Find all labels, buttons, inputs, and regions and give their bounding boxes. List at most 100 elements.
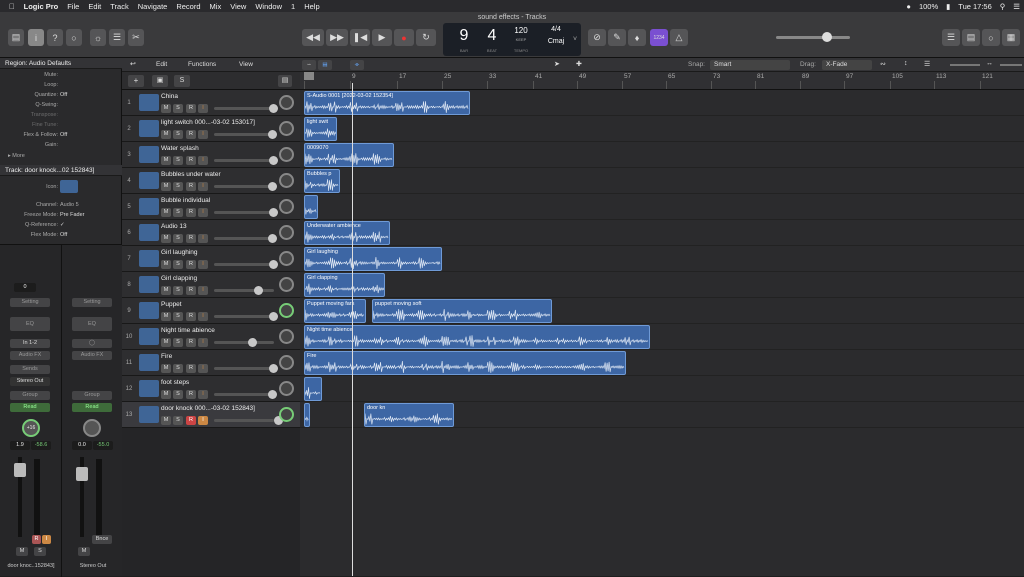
pan-knob[interactable] bbox=[279, 277, 294, 292]
waveform-height-icon[interactable]: ∾ bbox=[880, 60, 886, 68]
track-header[interactable]: 6 Audio 13 M S R I bbox=[122, 220, 300, 246]
record-enable-button[interactable]: R bbox=[186, 156, 196, 165]
track-lane[interactable] bbox=[300, 116, 1024, 142]
volume-knob[interactable] bbox=[269, 208, 278, 217]
playhead[interactable] bbox=[352, 83, 353, 576]
region-gain-row[interactable]: Gain: bbox=[0, 142, 122, 151]
horizontal-zoom-icon[interactable]: ↔ bbox=[986, 60, 993, 67]
scissors-icon[interactable]: ✂ bbox=[128, 29, 144, 46]
inspector-button[interactable]: i bbox=[28, 29, 44, 46]
lcd-display[interactable]: 9 4 BAR BEAT 120 KEEP TEMPO 4/4 Cmaj ˅ bbox=[443, 23, 581, 56]
track-lane[interactable] bbox=[300, 168, 1024, 194]
track-header[interactable]: 8 Girl clapping M S R I bbox=[122, 272, 300, 298]
track-name[interactable]: Bubbles under water bbox=[161, 171, 221, 178]
track-zoom-icon[interactable]: ☰ bbox=[924, 60, 930, 68]
volume-slider[interactable] bbox=[214, 416, 283, 425]
region-finetune-row[interactable]: Fine Tune: bbox=[0, 122, 122, 131]
functions-menu[interactable]: Functions bbox=[188, 61, 216, 68]
record-enable-button[interactable]: R bbox=[186, 338, 196, 347]
edit-menu[interactable]: Edit bbox=[156, 61, 167, 68]
volume-value-1[interactable]: 1.9 bbox=[10, 441, 30, 450]
catch-playhead-icon[interactable]: ▤ bbox=[318, 60, 332, 70]
audio-region[interactable]: door kn bbox=[364, 403, 454, 427]
mute-button[interactable]: M bbox=[161, 416, 171, 425]
pan-knob[interactable] bbox=[279, 199, 294, 214]
volume-slider[interactable] bbox=[214, 156, 278, 165]
wifi-icon[interactable]: ● bbox=[906, 2, 911, 11]
track-header[interactable]: 12 foot steps M S R I bbox=[122, 376, 300, 402]
solo-button[interactable]: S bbox=[173, 312, 183, 321]
solo-button[interactable]: S bbox=[173, 208, 183, 217]
input-monitor-button[interactable]: I bbox=[198, 416, 208, 425]
track-lane[interactable] bbox=[300, 220, 1024, 246]
audio-fx-button-1[interactable]: Audio FX bbox=[10, 351, 50, 360]
record-arm-button-strip[interactable]: R bbox=[32, 535, 41, 544]
input-monitor-button[interactable]: I bbox=[198, 182, 208, 191]
smart-controls-button[interactable]: ○ bbox=[66, 29, 82, 46]
mute-button[interactable]: M bbox=[161, 338, 171, 347]
notepad-button[interactable]: ▤ bbox=[962, 29, 980, 46]
volume-knob[interactable] bbox=[254, 286, 263, 295]
add-track-button[interactable]: + bbox=[128, 75, 144, 87]
menu-1[interactable]: 1 bbox=[291, 2, 295, 11]
track-name[interactable]: light switch 000...-03-02 153017] bbox=[161, 119, 255, 126]
volume-slider[interactable] bbox=[214, 390, 277, 399]
record-enable-button[interactable]: R bbox=[186, 364, 196, 373]
audio-waveform-icon[interactable] bbox=[139, 172, 159, 189]
volume-knob[interactable] bbox=[268, 234, 277, 243]
vertical-zoom-slider[interactable] bbox=[950, 64, 980, 66]
region-transpose-row[interactable]: Transpose: bbox=[0, 112, 122, 121]
record-enable-button[interactable]: R bbox=[186, 312, 196, 321]
audio-region[interactable]: light swit bbox=[304, 117, 337, 141]
track-lane[interactable] bbox=[300, 272, 1024, 298]
pan-knob[interactable] bbox=[279, 95, 294, 110]
track-header[interactable]: 1 China M S R I bbox=[122, 90, 300, 116]
track-name[interactable]: Girl clapping bbox=[161, 275, 197, 282]
peak-value-2[interactable]: -55.0 bbox=[93, 441, 113, 450]
bounce-button[interactable]: Bnce bbox=[92, 535, 112, 544]
solo-button[interactable]: ♦ bbox=[628, 29, 646, 46]
input-monitor-button[interactable]: I bbox=[198, 208, 208, 217]
rewind-button[interactable]: ◀◀ bbox=[302, 29, 324, 46]
track-freeze-row[interactable]: Freeze Mode: Pre Fader bbox=[0, 212, 122, 221]
pan-knob[interactable] bbox=[279, 173, 294, 188]
audio-waveform-icon[interactable] bbox=[139, 198, 159, 215]
audio-region[interactable] bbox=[304, 403, 310, 427]
solo-button-strip-1[interactable]: S bbox=[34, 547, 46, 556]
cycle-button[interactable]: ↻ bbox=[416, 29, 436, 46]
record-enable-button[interactable]: R bbox=[186, 286, 196, 295]
input-monitor-button[interactable]: I bbox=[198, 104, 208, 113]
solo-button[interactable]: S bbox=[173, 390, 183, 399]
snap-select[interactable]: Smart bbox=[710, 60, 790, 70]
record-button[interactable]: ● bbox=[394, 29, 414, 46]
mute-button[interactable]: M bbox=[161, 104, 171, 113]
track-qref-row[interactable]: Q-Reference: ✓ bbox=[0, 222, 122, 231]
track-channel-row[interactable]: Channel: Audio 5 bbox=[0, 202, 122, 211]
track-header[interactable]: 9 Puppet M S R I bbox=[122, 298, 300, 324]
library-button[interactable]: ▤ bbox=[8, 29, 24, 46]
mute-button[interactable]: M bbox=[161, 390, 171, 399]
audio-waveform-icon[interactable] bbox=[139, 276, 159, 293]
input-monitor-button[interactable]: I bbox=[198, 130, 208, 139]
volume-slider[interactable] bbox=[214, 338, 274, 347]
input-gain-field[interactable]: 0 bbox=[14, 283, 36, 292]
count-in-button[interactable]: 1234 bbox=[650, 29, 668, 46]
mute-button[interactable]: M bbox=[161, 286, 171, 295]
solo-button[interactable]: S bbox=[173, 182, 183, 191]
ruler[interactable]: 191725334149576573818997105113121 bbox=[300, 72, 1024, 90]
track-lane[interactable] bbox=[300, 142, 1024, 168]
input-monitor-button-strip[interactable]: I bbox=[42, 535, 51, 544]
track-lane[interactable] bbox=[300, 194, 1024, 220]
global-solo-button[interactable]: S bbox=[174, 75, 190, 87]
region-inspector-header[interactable]: Region: Audio Defaults bbox=[0, 58, 122, 69]
audio-waveform-icon[interactable] bbox=[139, 224, 159, 241]
fast-forward-button[interactable]: ▶▶ bbox=[326, 29, 348, 46]
audio-waveform-icon[interactable] bbox=[139, 302, 159, 319]
mute-button[interactable]: M bbox=[161, 130, 171, 139]
volume-slider[interactable] bbox=[214, 364, 278, 373]
volume-slider[interactable] bbox=[214, 312, 278, 321]
input-monitor-button[interactable]: I bbox=[198, 312, 208, 321]
volume-knob[interactable] bbox=[268, 182, 277, 191]
audio-waveform-icon[interactable] bbox=[139, 94, 159, 111]
record-enable-button[interactable]: R bbox=[186, 416, 196, 425]
